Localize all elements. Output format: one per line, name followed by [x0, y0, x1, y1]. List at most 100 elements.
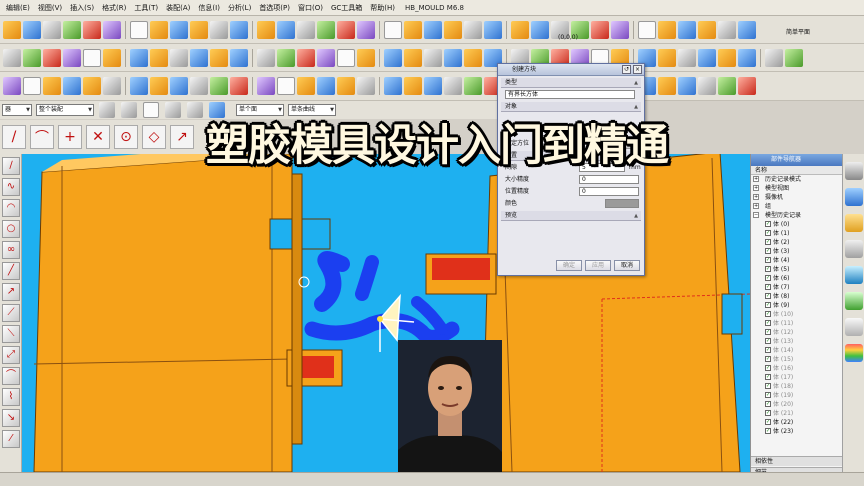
endpoint-snap-icon[interactable]: /	[2, 125, 26, 149]
feature-row[interactable]: ✓ 体 (1)	[751, 229, 842, 238]
feature-row[interactable]: ✓ 体 (15)	[751, 355, 842, 364]
offset-face-icon[interactable]	[357, 20, 375, 39]
unite-icon[interactable]	[257, 20, 275, 39]
spline-icon[interactable]: ∿	[2, 178, 20, 196]
chamfer-icon[interactable]	[170, 20, 188, 39]
pocket-icon[interactable]	[444, 77, 462, 95]
extrude-icon[interactable]	[357, 77, 375, 95]
reset-icon[interactable]: ↺	[622, 65, 631, 74]
feature-row[interactable]: ✓ 体 (19)	[751, 391, 842, 400]
visibility-checkbox[interactable]: ✓	[765, 365, 771, 371]
sew-icon[interactable]	[103, 48, 121, 67]
type-group-header[interactable]: 类型	[501, 78, 641, 88]
expand-icon[interactable]: +	[753, 176, 759, 182]
navigator-node[interactable]: + 摄像机	[751, 193, 842, 202]
feature-row[interactable]: ✓ 体 (5)	[751, 265, 842, 274]
visibility-checkbox[interactable]: ✓	[765, 320, 771, 326]
datum-plane-icon[interactable]	[511, 20, 529, 39]
process-studio-icon[interactable]	[845, 344, 863, 362]
web-browser-icon[interactable]	[845, 266, 863, 284]
feature-row[interactable]: ✓ 体 (16)	[751, 364, 842, 373]
blend-icon[interactable]	[23, 48, 41, 67]
history-icon[interactable]	[845, 292, 863, 310]
menu-item[interactable]: 分析(L)	[224, 3, 255, 13]
project-curve-icon[interactable]: ⟍	[2, 325, 20, 343]
menu-item[interactable]: 窗口(O)	[294, 3, 327, 13]
visibility-checkbox[interactable]: ✓	[765, 392, 771, 398]
visibility-checkbox[interactable]: ✓	[765, 347, 771, 353]
move-face-icon[interactable]	[277, 48, 295, 67]
menu-item[interactable]: 格式(R)	[98, 3, 130, 13]
bridge-curve-icon[interactable]: ⌇	[2, 388, 20, 406]
hole-icon[interactable]	[83, 20, 101, 39]
feature-row[interactable]: ✓ 体 (10)	[751, 310, 842, 319]
visibility-checkbox[interactable]: ✓	[765, 311, 771, 317]
menu-item[interactable]: 装配(A)	[162, 3, 194, 13]
measure-icon[interactable]	[464, 48, 482, 67]
ok-button[interactable]: 确定	[556, 260, 582, 271]
expand-icon[interactable]: −	[753, 212, 759, 218]
sphere-icon[interactable]	[170, 77, 188, 95]
pattern-icon[interactable]	[210, 48, 228, 67]
part-icon[interactable]	[317, 77, 335, 95]
visibility-checkbox[interactable]: ✓	[765, 221, 771, 227]
dependency-section[interactable]: 相依性	[751, 456, 843, 466]
control-point-snap-icon[interactable]: +	[58, 125, 82, 149]
reuse-library-icon[interactable]	[845, 240, 863, 258]
shell-icon[interactable]	[190, 20, 208, 39]
chamfer-icon[interactable]	[678, 48, 696, 67]
menu-item[interactable]: 首选项(P)	[255, 3, 294, 13]
hole-icon[interactable]	[718, 20, 736, 39]
midpoint-snap-icon[interactable]: ⌒	[30, 125, 54, 149]
feature-row[interactable]: ✓ 体 (18)	[751, 382, 842, 391]
cone-icon[interactable]	[464, 20, 482, 39]
cylinder-icon[interactable]	[130, 77, 148, 95]
box-icon[interactable]	[297, 48, 315, 67]
visibility-checkbox[interactable]: ✓	[765, 419, 771, 425]
shell-icon[interactable]	[698, 48, 716, 67]
navigator-node[interactable]: + 历史记录模式	[751, 175, 842, 184]
arc-icon[interactable]: ◠	[2, 199, 20, 217]
feature-row[interactable]: ✓ 体 (4)	[751, 256, 842, 265]
csys-manipulator[interactable]	[298, 276, 415, 352]
extend-curve-icon[interactable]: ⌒	[2, 367, 20, 385]
menu-item[interactable]: 编辑(E)	[2, 3, 34, 13]
mirror-icon[interactable]	[3, 77, 21, 95]
trim-body-icon[interactable]	[718, 48, 736, 67]
menu-item[interactable]: 工具(T)	[130, 3, 162, 13]
expand-icon[interactable]: +	[753, 203, 759, 209]
feature-row[interactable]: ✓ 体 (14)	[751, 346, 842, 355]
feature-row[interactable]: ✓ 体 (9)	[751, 301, 842, 310]
type-filter-dropdown[interactable]: 器	[2, 104, 32, 116]
divide-curve-icon[interactable]: ⁄	[2, 430, 20, 448]
menu-item[interactable]: 帮助(H)	[366, 3, 399, 13]
sketch-icon[interactable]	[337, 77, 355, 95]
rotate-icon[interactable]	[165, 102, 181, 118]
datum-plane-icon[interactable]	[384, 48, 402, 67]
blend-icon[interactable]	[150, 20, 168, 39]
feature-row[interactable]: ✓ 体 (8)	[751, 292, 842, 301]
visibility-checkbox[interactable]: ✓	[765, 428, 771, 434]
hole-icon[interactable]	[404, 77, 422, 95]
replace-face-icon[interactable]	[257, 48, 275, 67]
feature-row[interactable]: ✓ 体 (22)	[751, 418, 842, 427]
visibility-checkbox[interactable]: ✓	[765, 230, 771, 236]
settings-gear-icon[interactable]	[845, 162, 863, 180]
chamfer-icon[interactable]	[43, 48, 61, 67]
datum-axis-icon[interactable]	[404, 48, 422, 67]
line-icon[interactable]: ╱	[2, 262, 20, 280]
replace-face-icon[interactable]	[698, 77, 716, 95]
subtract-icon[interactable]	[150, 48, 168, 67]
replace-face-icon[interactable]	[384, 20, 402, 39]
revolve-icon[interactable]	[698, 20, 716, 39]
cylinder-icon[interactable]	[317, 48, 335, 67]
navigator-node[interactable]: + 模型视图	[751, 184, 842, 193]
visibility-checkbox[interactable]: ✓	[765, 401, 771, 407]
point-icon[interactable]	[444, 48, 462, 67]
pocket-icon[interactable]	[3, 48, 21, 67]
visibility-checkbox[interactable]: ✓	[765, 275, 771, 281]
sphere-icon[interactable]	[484, 20, 502, 39]
visibility-checkbox[interactable]: ✓	[765, 383, 771, 389]
box-icon[interactable]	[738, 77, 756, 95]
cylinder-icon[interactable]	[444, 20, 462, 39]
